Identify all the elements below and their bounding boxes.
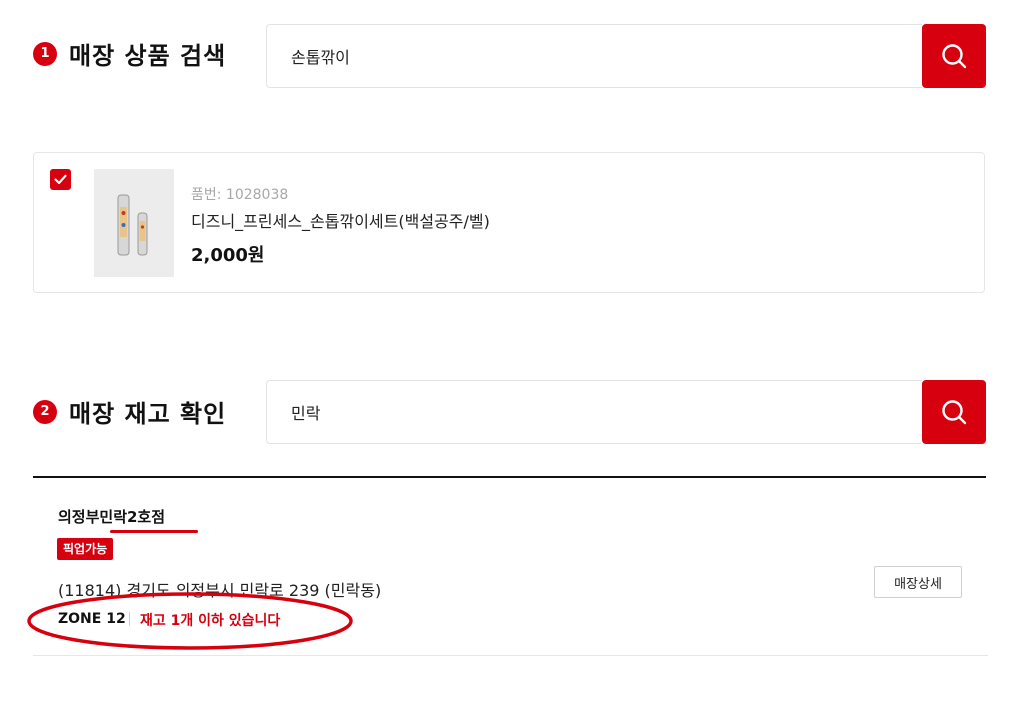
product-name[interactable]: 디즈니_프린세스_손톱깎이세트(백설공주/벨)	[191, 208, 490, 232]
highlight-ellipse-annotation	[27, 592, 353, 650]
product-card[interactable]: 품번: 1028038 디즈니_프린세스_손톱깎이세트(백설공주/벨) 2,00…	[33, 152, 985, 293]
product-price: 2,000원	[191, 245, 265, 266]
product-thumbnail[interactable]	[94, 169, 174, 277]
product-search-input[interactable]	[266, 24, 922, 88]
check-icon	[54, 174, 67, 185]
nail-clipper-image	[117, 194, 148, 256]
store-search-input[interactable]	[266, 380, 922, 444]
pickup-available-badge: 픽업가능	[57, 538, 114, 560]
list-top-divider	[33, 476, 986, 478]
section-header-store-stock: 2 매장 재고 확인	[33, 394, 226, 429]
search-icon	[942, 400, 967, 425]
step-number-badge: 2	[33, 399, 57, 424]
store-detail-button[interactable]: 매장상세	[874, 566, 962, 598]
product-search-bar	[266, 24, 986, 88]
list-bottom-divider	[33, 655, 988, 656]
search-icon	[942, 44, 967, 69]
store-search-button[interactable]	[922, 380, 986, 444]
store-name: 의정부민락2호점	[58, 508, 166, 526]
product-code: 품번: 1028038	[191, 187, 289, 203]
step-number-badge: 1	[33, 41, 57, 66]
section-title: 매장 상품 검색	[69, 42, 227, 70]
section-header-product-search: 1 매장 상품 검색	[33, 36, 226, 71]
product-checkbox[interactable]	[50, 169, 71, 190]
product-search-button[interactable]	[922, 24, 986, 88]
store-search-bar	[266, 380, 986, 444]
section-title: 매장 재고 확인	[69, 400, 227, 428]
store-name-underline-annotation	[110, 530, 198, 533]
